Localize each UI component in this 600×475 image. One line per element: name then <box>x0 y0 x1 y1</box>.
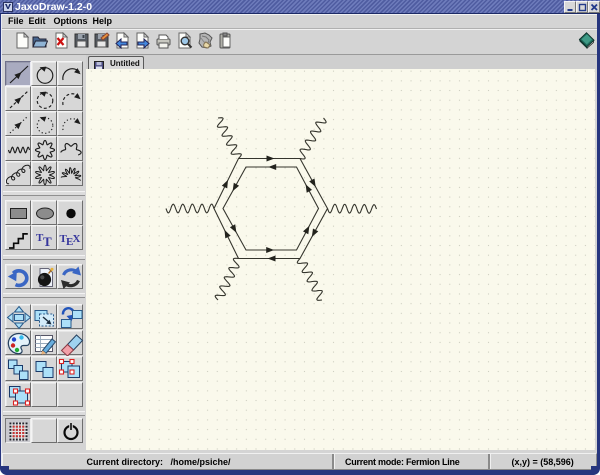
svg-text:X: X <box>73 233 81 245</box>
svg-text:T: T <box>43 234 52 249</box>
